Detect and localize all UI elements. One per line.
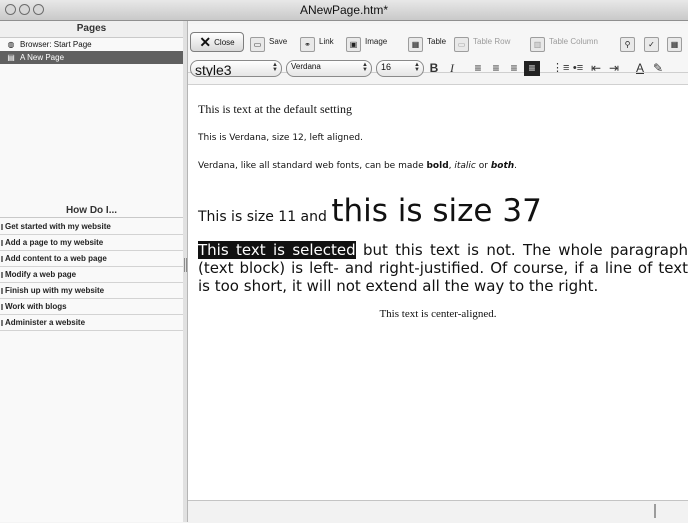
select-arrow-icon: ▲ ▼ bbox=[414, 62, 420, 73]
font-select-value: Verdana bbox=[291, 62, 321, 71]
formatting-toolbar: style3 ▲ ▼ Verdana ▲ ▼ 16 ▲ ▼ B I ≡ ≡ ≡ ≡ ⋮… bbox=[188, 58, 688, 82]
ordered-list-icon[interactable]: ⋮≡ bbox=[552, 61, 569, 76]
highlight-icon[interactable]: ✎ bbox=[650, 61, 666, 76]
link-properties-button[interactable]: ⚲ bbox=[620, 32, 639, 54]
formatting-prefix-text: Verdana, like all standard web fonts, ca… bbox=[198, 161, 427, 171]
table-row-button[interactable]: ▭ Table Row bbox=[454, 32, 510, 54]
increase-indent-icon[interactable]: ⇥ bbox=[606, 61, 622, 76]
splitter-grip[interactable] bbox=[184, 258, 187, 272]
how-do-i-list: Get started with my website Add a page t… bbox=[0, 219, 183, 331]
bold-example-text: bold bbox=[426, 161, 449, 171]
page-editor[interactable]: This is text at the default setting This… bbox=[188, 84, 688, 501]
close-icon: ✕ bbox=[199, 34, 212, 50]
page-label: Browser: Start Page bbox=[20, 40, 92, 49]
select-arrow-icon: ▲ ▼ bbox=[272, 62, 278, 73]
table-label: Table bbox=[427, 37, 447, 46]
align-right-icon[interactable]: ≡ bbox=[506, 61, 522, 76]
preview-button[interactable]: ▦ bbox=[667, 32, 686, 54]
pages-heading: Pages bbox=[0, 21, 183, 38]
align-center-icon[interactable]: ≡ bbox=[488, 61, 504, 76]
table-row-label: Table Row bbox=[473, 37, 511, 46]
font-size-select-value: 16 bbox=[381, 62, 392, 72]
table-column-icon: ▥ bbox=[530, 37, 545, 52]
default-setting-paragraph[interactable]: This is text at the default setting bbox=[198, 102, 352, 117]
center-aligned-paragraph[interactable]: This text is center-aligned. bbox=[188, 308, 688, 320]
page-icon: ▤ bbox=[7, 53, 15, 62]
table-row-icon: ▭ bbox=[454, 37, 469, 52]
browser-icon: ◍ bbox=[7, 40, 15, 49]
how-item-work-with-blogs[interactable]: Work with blogs bbox=[0, 299, 183, 315]
save-label: Save bbox=[269, 37, 288, 46]
formatting-period: . bbox=[514, 161, 518, 171]
unordered-list-icon[interactable]: •≡ bbox=[570, 61, 586, 76]
image-label: Image bbox=[365, 37, 388, 46]
how-item-administer-website[interactable]: Administer a website bbox=[0, 315, 183, 331]
spell-check-icon: ✓ bbox=[644, 37, 659, 52]
save-button[interactable]: ▭ Save bbox=[250, 32, 287, 54]
page-label: A New Page bbox=[20, 53, 65, 62]
image-button[interactable]: ▣ Image bbox=[346, 32, 387, 54]
page-row-browser-start[interactable]: ◍ Browser: Start Page bbox=[0, 38, 183, 51]
font-size-select[interactable]: 16 ▲ ▼ bbox=[376, 60, 424, 77]
verdana-size-paragraph[interactable]: This is Verdana, size 12, left aligned. bbox=[198, 133, 363, 143]
decrease-indent-icon[interactable]: ⇤ bbox=[588, 61, 604, 76]
link-label: Link bbox=[319, 37, 334, 46]
size-37-text: this is size 37 bbox=[331, 193, 542, 229]
formatting-example-paragraph[interactable]: Verdana, like all standard web fonts, ca… bbox=[198, 161, 517, 171]
font-select[interactable]: Verdana ▲ ▼ bbox=[286, 60, 372, 77]
preview-icon: ▦ bbox=[667, 37, 682, 52]
text-color-icon[interactable]: A bbox=[632, 61, 648, 76]
selected-text[interactable]: This text is selected bbox=[198, 241, 356, 259]
select-arrow-icon: ▲ ▼ bbox=[362, 62, 368, 73]
justify-icon[interactable]: ≡ bbox=[524, 61, 540, 76]
close-button[interactable]: ✕ Close bbox=[190, 32, 244, 52]
font-size-paragraph[interactable]: This is size 11 and this is size 37 bbox=[198, 193, 542, 229]
link-icon: ⚭ bbox=[300, 37, 315, 52]
how-item-finish-website[interactable]: Finish up with my website bbox=[0, 283, 183, 299]
style-select-value: style3 bbox=[195, 62, 232, 77]
spell-check-button[interactable]: ✓ bbox=[644, 32, 663, 54]
how-item-modify-page[interactable]: Modify a web page bbox=[0, 267, 183, 283]
table-column-label: Table Column bbox=[549, 37, 598, 46]
how-item-get-started[interactable]: Get started with my website bbox=[0, 219, 183, 235]
save-icon: ▭ bbox=[250, 37, 265, 52]
table-icon: ▦ bbox=[408, 37, 423, 52]
table-button[interactable]: ▦ Table bbox=[408, 32, 446, 54]
style-select[interactable]: style3 ▲ ▼ bbox=[190, 60, 282, 77]
justified-paragraph[interactable]: This text is selected but this text is n… bbox=[198, 241, 688, 295]
table-column-button[interactable]: ▥ Table Column bbox=[530, 32, 598, 54]
bold-button[interactable]: B bbox=[426, 61, 442, 76]
italic-button[interactable]: I bbox=[444, 61, 460, 76]
window-title: ANewPage.htm* bbox=[299, 3, 389, 17]
align-left-icon[interactable]: ≡ bbox=[470, 61, 486, 76]
link-properties-icon: ⚲ bbox=[620, 37, 635, 52]
close-label: Close bbox=[214, 38, 235, 47]
or-separator: or bbox=[475, 161, 491, 171]
how-item-add-page[interactable]: Add a page to my website bbox=[0, 235, 183, 251]
page-row-a-new-page[interactable]: ▤ A New Page bbox=[0, 51, 183, 64]
left-sidebar: Pages ◍ Browser: Start Page ▤ A New Page H… bbox=[0, 21, 184, 522]
resize-grip-icon[interactable] bbox=[654, 504, 656, 518]
how-do-i-heading: How Do I... bbox=[0, 205, 183, 218]
bold-italic-example-text: both bbox=[490, 161, 515, 171]
how-item-add-content[interactable]: Add content to a web page bbox=[0, 251, 183, 267]
italic-example-text: italic bbox=[454, 161, 476, 171]
window-title-bar: ANewPage.htm* bbox=[0, 0, 688, 21]
editor-bottom-bar bbox=[188, 500, 688, 523]
size-11-text: This is size 11 and bbox=[198, 209, 332, 225]
link-button[interactable]: ⚭ Link bbox=[300, 32, 334, 54]
image-icon: ▣ bbox=[346, 37, 361, 52]
